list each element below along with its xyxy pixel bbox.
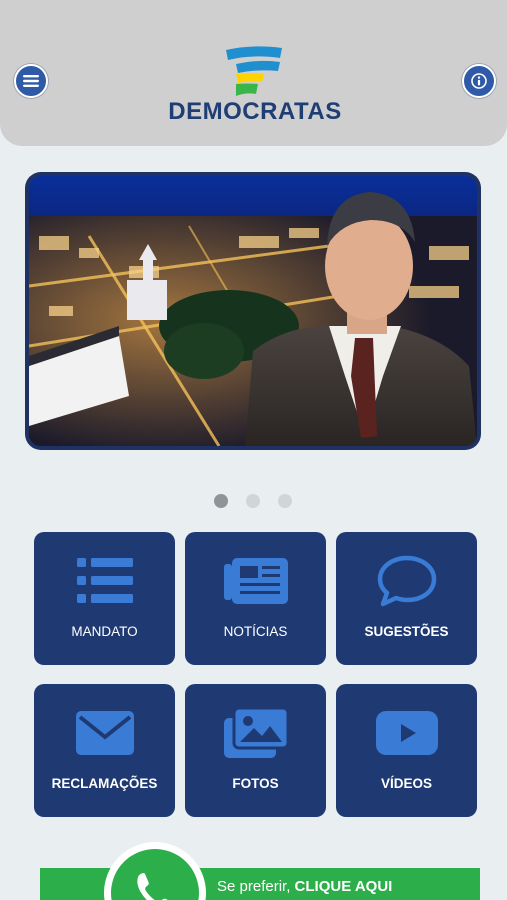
tile-reclamacoes[interactable]: RECLAMAÇÕES [34,684,175,817]
logo-mark-icon [226,46,282,96]
tile-label: RECLAMAÇÕES [51,776,158,791]
info-icon [471,73,487,89]
whatsapp-cta-text[interactable]: Se preferir, CLIQUE AQUI [217,878,392,895]
tile-label: VÍDEOS [380,776,432,791]
app-header: DEMOCRATAS [0,0,507,146]
carousel-dot[interactable] [278,494,292,508]
info-button[interactable] [462,64,496,98]
whatsapp-prefix: Se preferir, [217,878,295,895]
tile-label: FOTOS [232,776,279,791]
banner-carousel[interactable] [25,172,481,450]
newspaper-icon [223,558,288,604]
photos-icon [223,708,288,758]
envelope-icon [75,711,134,755]
tile-label: MANDATO [71,624,138,639]
whatsapp-icon [137,873,168,900]
menu-icon [23,75,39,87]
tile-label: NOTÍCIAS [223,624,288,639]
party-logo: DEMOCRATAS [162,44,348,125]
whatsapp-cta: CLIQUE AQUI [294,878,393,895]
banner-image [29,176,477,446]
whatsapp-button[interactable] [104,842,206,900]
tile-noticias[interactable]: NOTÍCIAS [185,532,326,665]
menu-button[interactable] [14,64,48,98]
banner-slide[interactable] [29,176,477,446]
list-icon [76,558,133,603]
speech-bubble-icon [377,555,436,607]
carousel-dot[interactable] [214,494,228,508]
carousel-dot[interactable] [246,494,260,508]
tile-videos[interactable]: VÍDEOS [336,684,477,817]
carousel-indicators [214,494,296,510]
tile-label: SUGESTÕES [364,624,449,639]
logo-text: DEMOCRATAS [168,98,342,125]
tile-mandato[interactable]: MANDATO [34,532,175,665]
tile-sugestoes[interactable]: SUGESTÕES [336,532,477,665]
video-play-icon [375,711,438,755]
app-screen: DEMOCRATAS MANDATO NOTÍCIAS SUGESTÕES RE… [0,0,507,900]
tile-fotos[interactable]: FOTOS [185,684,326,817]
